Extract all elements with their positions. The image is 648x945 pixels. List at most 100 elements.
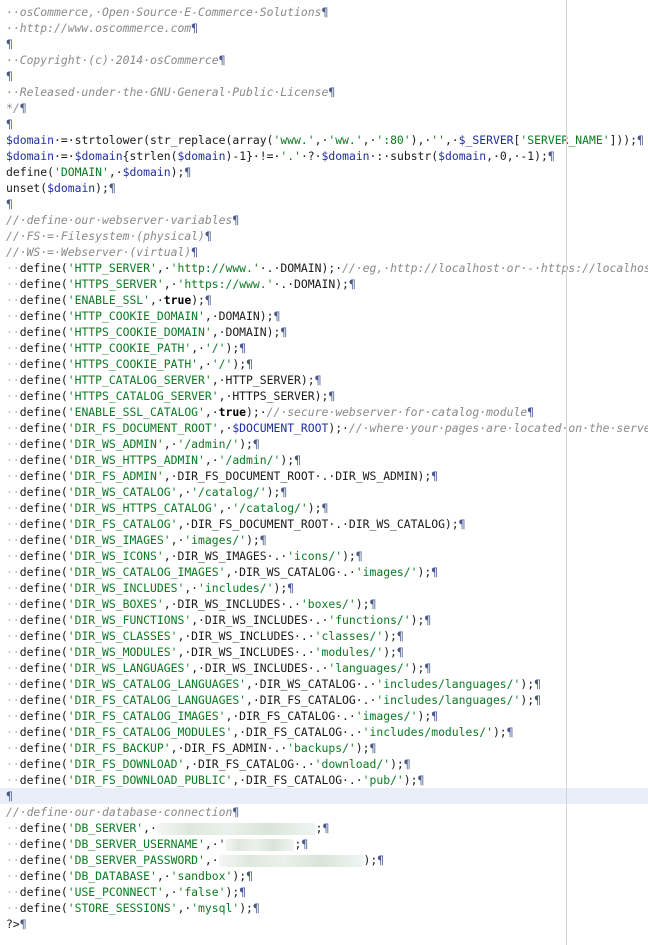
code-line[interactable]: ··define('DIR_FS_ADMIN',·DIR_FS_DOCUMENT… bbox=[0, 468, 648, 484]
code-line[interactable]: ··define('USE_PCONNECT',·'false');¶ bbox=[0, 884, 648, 900]
code-text: define( bbox=[19, 677, 68, 691]
code-string: 'pub/' bbox=[362, 773, 404, 787]
code-line[interactable]: ··define('DB_SERVER',· ;¶ bbox=[0, 820, 648, 836]
code-line[interactable]: unset($domain);¶ bbox=[0, 180, 648, 196]
code-text: )-1}·!=· bbox=[225, 149, 281, 163]
code-string: 'DIR_WS_CATALOG_IMAGES' bbox=[67, 565, 226, 579]
code-line[interactable]: ··define('HTTPS_SERVER',·'https://www.'·… bbox=[0, 276, 648, 292]
code-line[interactable]: ··define('DIR_WS_IMAGES',·'images/');¶ bbox=[0, 532, 648, 548]
code-line[interactable]: ··define('HTTP_COOKIE_DOMAIN',·DOMAIN);¶ bbox=[0, 308, 648, 324]
code-comment: //·FS·=·Filesystem·(physical) bbox=[6, 229, 205, 243]
code-line[interactable]: ··define('HTTPS_CATALOG_SERVER',·HTTPS_S… bbox=[0, 388, 648, 404]
code-line[interactable]: ··define('DIR_FS_DOCUMENT_ROOT',·$DOCUME… bbox=[0, 420, 648, 436]
code-line[interactable]: //·define·our·database·connection¶ bbox=[0, 804, 648, 820]
code-string: 'DIR_FS_DOWNLOAD' bbox=[67, 757, 185, 771]
code-line[interactable]: ··define('DIR_WS_BOXES',·DIR_WS_INCLUDES… bbox=[0, 596, 648, 612]
code-whitespace: ·· bbox=[6, 501, 20, 515]
code-line[interactable]: //·WS·=·Webserver·(virtual)¶ bbox=[0, 244, 648, 260]
code-line[interactable]: ··define('DIR_WS_CATALOG_IMAGES',·DIR_WS… bbox=[0, 564, 648, 580]
code-line[interactable]: ··define('DIR_FS_DOWNLOAD',·DIR_FS_CATAL… bbox=[0, 756, 648, 772]
code-whitespace: ·· bbox=[6, 309, 20, 323]
code-line[interactable]: ··define('HTTPS_COOKIE_PATH',·'/');¶ bbox=[0, 356, 648, 372]
code-text: ,· bbox=[198, 357, 212, 371]
code-line[interactable]: ··http://www.oscommerce.com¶ bbox=[0, 20, 648, 36]
code-line[interactable]: ··define('DIR_WS_FUNCTIONS',·DIR_WS_INCL… bbox=[0, 612, 648, 628]
code-variable: $domain bbox=[321, 149, 370, 163]
pilcrow-mark: ¶ bbox=[108, 181, 116, 195]
code-variable: $domain bbox=[74, 149, 123, 163]
pilcrow-mark: ¶ bbox=[321, 501, 329, 515]
code-line[interactable]: //·FS·=·Filesystem·(physical)¶ bbox=[0, 228, 648, 244]
code-line[interactable]: ··define('DIR_WS_ICONS',·DIR_WS_IMAGES·.… bbox=[0, 548, 648, 564]
pilcrow-mark: ¶ bbox=[239, 885, 247, 899]
code-text: ?> bbox=[6, 917, 20, 931]
code-line[interactable]: ··define('DB_SERVER_PASSWORD',·);¶ bbox=[0, 852, 648, 868]
code-string: 'includes/modules/' bbox=[362, 725, 493, 739]
code-line-current[interactable]: ¶ bbox=[0, 788, 648, 804]
code-line[interactable]: ··define('DIR_WS_CATALOG',·'/catalog/');… bbox=[0, 484, 648, 500]
code-line[interactable]: ··define('HTTPS_COOKIE_DOMAIN',·DOMAIN);… bbox=[0, 324, 648, 340]
code-line[interactable]: $domain·=·strtolower(str_replace(array('… bbox=[0, 132, 648, 148]
code-line[interactable]: ··define('DB_SERVER_USERNAME',·' ;¶ bbox=[0, 836, 648, 852]
code-editor[interactable]: ··osCommerce,·Open·Source·E-Commerce·Sol… bbox=[0, 0, 648, 945]
code-line[interactable]: ··define('DIR_FS_CATALOG_IMAGES',·DIR_FS… bbox=[0, 708, 648, 724]
code-line[interactable]: ··define('HTTP_COOKIE_PATH',·'/');¶ bbox=[0, 340, 648, 356]
code-string: 'DB_DATABASE' bbox=[67, 869, 157, 883]
code-string: 'DIR_WS_HTTPS_ADMIN' bbox=[67, 453, 205, 467]
code-line[interactable]: ··Copyright·(c)·2014·osCommerce¶ bbox=[0, 52, 648, 68]
code-line[interactable]: ··define('DIR_FS_CATALOG_MODULES',·DIR_F… bbox=[0, 724, 648, 740]
pilcrow-mark: ¶ bbox=[417, 773, 425, 787]
code-text: define( bbox=[19, 341, 68, 355]
code-line[interactable]: ··define('DIR_FS_CATALOG_LANGUAGES',·DIR… bbox=[0, 692, 648, 708]
code-line[interactable]: ¶ bbox=[0, 116, 648, 132]
code-text: ,·HTTP_SERVER); bbox=[211, 373, 315, 387]
code-line[interactable]: ··define('DIR_FS_DOWNLOAD_PUBLIC',·DIR_F… bbox=[0, 772, 648, 788]
code-string: 'images/' bbox=[184, 533, 247, 547]
code-line[interactable]: ?>¶ bbox=[0, 916, 648, 932]
code-line[interactable]: define('DOMAIN',·$domain);¶ bbox=[0, 164, 648, 180]
code-whitespace: ·· bbox=[6, 453, 20, 467]
code-text: define( bbox=[19, 853, 68, 867]
code-line[interactable]: ··define('DIR_WS_LANGUAGES',·DIR_WS_INCL… bbox=[0, 660, 648, 676]
pilcrow-mark: ¶ bbox=[273, 309, 281, 323]
code-whitespace: ·· bbox=[6, 437, 20, 451]
code-text: ); bbox=[280, 453, 295, 467]
code-string: 'ww.' bbox=[328, 133, 363, 147]
code-text: ,·DIR_FS_ADMIN·.· bbox=[170, 741, 288, 755]
code-line[interactable]: ··define('HTTP_CATALOG_SERVER',·HTTP_SER… bbox=[0, 372, 648, 388]
code-text: ); bbox=[273, 581, 288, 595]
code-string: 'DIR_WS_FUNCTIONS' bbox=[67, 613, 192, 627]
code-string: 'SERVER_NAME' bbox=[520, 133, 610, 147]
code-text: ,·DIR_FS_DOCUMENT_ROOT·.·DIR_WS_CATALOG)… bbox=[177, 517, 459, 531]
code-line[interactable]: */¶ bbox=[0, 100, 648, 116]
code-line[interactable]: ··define('DIR_WS_MODULES',·DIR_WS_INCLUD… bbox=[0, 644, 648, 660]
code-text: ,·DIR_FS_DOCUMENT_ROOT·.·DIR_WS_ADMIN); bbox=[163, 469, 432, 483]
code-line[interactable]: ¶ bbox=[0, 36, 648, 52]
code-line[interactable]: ··define('DIR_FS_BACKUP',·DIR_FS_ADMIN·.… bbox=[0, 740, 648, 756]
code-line[interactable]: ··define('ENABLE_SSL',·true);¶ bbox=[0, 292, 648, 308]
code-line[interactable]: ¶ bbox=[0, 68, 648, 84]
code-line[interactable]: ··osCommerce,·Open·Source·E-Commerce·Sol… bbox=[0, 4, 648, 20]
code-line[interactable]: ··define('DIR_WS_ADMIN',·'/admin/');¶ bbox=[0, 436, 648, 452]
pilcrow-mark: ¶ bbox=[328, 85, 336, 99]
code-line[interactable]: ··define('DIR_WS_CLASSES',·DIR_WS_INCLUD… bbox=[0, 628, 648, 644]
code-line[interactable]: ··define('DIR_FS_CATALOG',·DIR_FS_DOCUME… bbox=[0, 516, 648, 532]
code-line[interactable]: ··define('STORE_SESSIONS',·'mysql');¶ bbox=[0, 900, 648, 916]
code-line[interactable]: ··Released·under·the·GNU·General·Public·… bbox=[0, 84, 648, 100]
code-line[interactable]: ··define('DB_DATABASE',·'sandbox');¶ bbox=[0, 868, 648, 884]
code-line[interactable]: ··define('DIR_WS_INCLUDES',·'includes/')… bbox=[0, 580, 648, 596]
code-line[interactable]: //·define·our·webserver·variables¶ bbox=[0, 212, 648, 228]
code-line[interactable]: ··define('DIR_WS_CATALOG_LANGUAGES',·DIR… bbox=[0, 676, 648, 692]
code-text: ,·DIR_WS_IMAGES·.· bbox=[163, 549, 288, 563]
code-whitespace: ·· bbox=[6, 821, 20, 835]
code-string: 'ENABLE_SSL_CATALOG' bbox=[67, 405, 205, 419]
code-area[interactable]: ··osCommerce,·Open·Source·E-Commerce·Sol… bbox=[0, 4, 648, 932]
code-string: '/' bbox=[211, 357, 233, 371]
code-line[interactable]: ··define('DIR_WS_HTTPS_ADMIN',·'/admin/'… bbox=[0, 452, 648, 468]
code-text: ,· bbox=[170, 533, 185, 547]
code-line[interactable]: ¶ bbox=[0, 196, 648, 212]
code-line[interactable]: ··define('HTTP_SERVER',·'http://www.'·.·… bbox=[0, 260, 648, 276]
code-line[interactable]: $domain·=·$domain{strlen($domain)-1}·!=·… bbox=[0, 148, 648, 164]
code-line[interactable]: ··define('ENABLE_SSL_CATALOG',·true);·//… bbox=[0, 404, 648, 420]
code-line[interactable]: ··define('DIR_WS_HTTPS_CATALOG',·'/catal… bbox=[0, 500, 648, 516]
